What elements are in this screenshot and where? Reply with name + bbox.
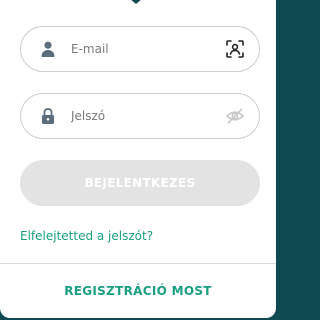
user-icon — [41, 41, 55, 57]
lock-icon — [42, 108, 54, 124]
password-field[interactable] — [20, 93, 260, 139]
eye-off-icon[interactable] — [225, 106, 245, 126]
face-scan-icon[interactable] — [225, 39, 245, 59]
forgot-password-link[interactable]: Elfelejtetted a jelszót? — [20, 229, 153, 243]
register-link[interactable]: REGISZTRÁCIÓ MOST — [0, 284, 276, 298]
login-card: BEJELENTKEZES Elfelejtetted a jelszót? R… — [0, 0, 276, 318]
email-field[interactable] — [20, 26, 260, 72]
background-panel — [276, 0, 281, 320]
card-notch — [130, 0, 142, 4]
login-button[interactable]: BEJELENTKEZES — [20, 160, 260, 206]
divider — [0, 263, 276, 264]
password-input[interactable] — [71, 94, 221, 138]
email-input[interactable] — [71, 27, 221, 71]
